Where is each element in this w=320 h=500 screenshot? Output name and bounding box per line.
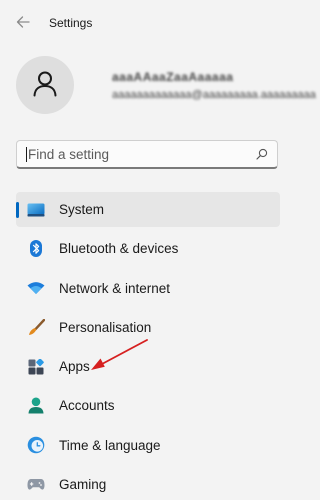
- nav-item-apps[interactable]: Apps: [16, 349, 280, 384]
- selection-indicator: [16, 202, 19, 218]
- search-input[interactable]: [28, 146, 255, 162]
- user-icon: [31, 69, 59, 102]
- title-bar: Settings: [0, 0, 311, 48]
- accounts-icon: [27, 397, 45, 415]
- apps-icon: [27, 358, 45, 376]
- system-monitor-icon: [27, 201, 45, 219]
- account-email: aaaaaaaaaaaaa@aaaaaaaaa.aaaaaaaaa: [112, 89, 316, 101]
- nav-label-system: System: [59, 202, 105, 217]
- nav-label-accounts: Accounts: [59, 398, 115, 414]
- nav-label-time-language: Time & language: [59, 437, 161, 453]
- nav-label-gaming: Gaming: [59, 477, 107, 493]
- account-name: aaaAAaaZaaAaaaaa: [112, 70, 234, 84]
- wifi-icon: [27, 279, 45, 297]
- nav-item-gaming[interactable]: Gaming: [16, 467, 280, 500]
- back-button[interactable]: [12, 14, 34, 34]
- nav-label-network-internet: Network & internet: [59, 280, 171, 296]
- back-arrow-icon: [16, 15, 30, 33]
- nav-item-personalisation[interactable]: Personalisation: [16, 310, 280, 345]
- brush-icon: [27, 318, 45, 336]
- nav-item-bluetooth-devices[interactable]: Bluetooth & devices: [16, 231, 280, 266]
- search-icon[interactable]: [255, 147, 269, 161]
- nav-item-system[interactable]: System: [16, 192, 280, 227]
- nav-item-time-language[interactable]: Time & language: [16, 428, 280, 463]
- nav-label-bluetooth-devices: Bluetooth & devices: [59, 241, 179, 257]
- bluetooth-icon: [27, 240, 45, 258]
- app-title: Settings: [49, 16, 93, 30]
- text-caret: [26, 146, 27, 162]
- nav-label-apps: Apps: [59, 359, 90, 375]
- nav-item-network-internet[interactable]: Network & internet: [16, 271, 280, 306]
- time-language-icon: [27, 436, 45, 454]
- search-box[interactable]: [16, 140, 278, 169]
- nav-item-accounts[interactable]: Accounts: [16, 388, 280, 423]
- avatar[interactable]: [16, 56, 74, 114]
- nav-label-personalisation: Personalisation: [59, 319, 152, 335]
- nav-menu: System Bluetooth & devices Network & int…: [16, 192, 280, 500]
- gamepad-icon: [27, 476, 45, 494]
